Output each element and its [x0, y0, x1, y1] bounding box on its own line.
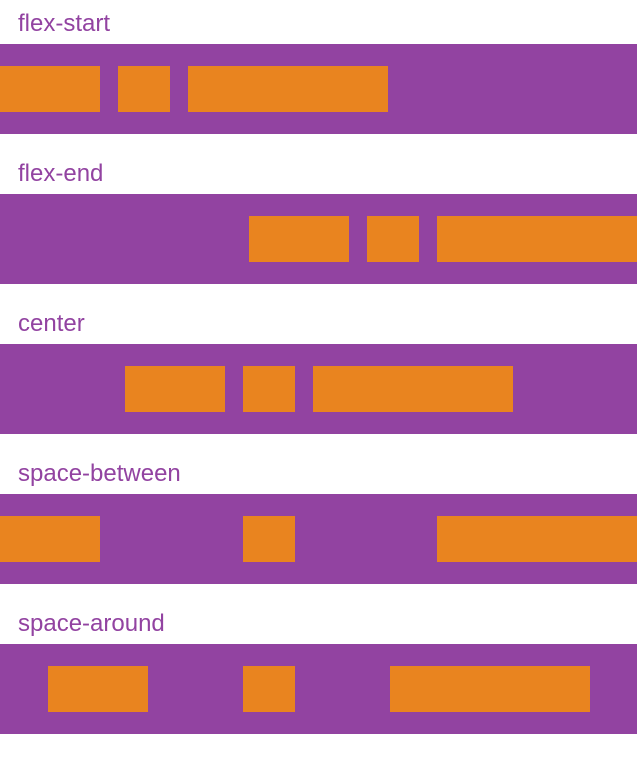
example-space-between: space-between [0, 458, 637, 584]
flex-item [118, 66, 170, 112]
example-label: space-between [0, 458, 637, 494]
flex-item [243, 516, 295, 562]
flex-container [0, 44, 637, 134]
example-space-around: space-around [0, 608, 637, 734]
flex-item [243, 366, 295, 412]
flex-item [249, 216, 349, 262]
example-label: center [0, 308, 637, 344]
example-label: flex-end [0, 158, 637, 194]
flex-container [0, 644, 637, 734]
flex-item [188, 66, 388, 112]
flex-container [0, 344, 637, 434]
flex-item [243, 666, 295, 712]
flex-container [0, 194, 637, 284]
example-label: flex-start [0, 8, 637, 44]
flex-item [48, 666, 148, 712]
example-label: space-around [0, 608, 637, 644]
flex-container [0, 494, 637, 584]
flex-item [125, 366, 225, 412]
flex-item [0, 66, 100, 112]
flex-item [367, 216, 419, 262]
flex-item [390, 666, 590, 712]
example-flex-start: flex-start [0, 8, 637, 134]
flex-item [0, 516, 100, 562]
flex-item [313, 366, 513, 412]
flex-item [437, 216, 637, 262]
example-flex-end: flex-end [0, 158, 637, 284]
flex-item [437, 516, 637, 562]
example-center: center [0, 308, 637, 434]
